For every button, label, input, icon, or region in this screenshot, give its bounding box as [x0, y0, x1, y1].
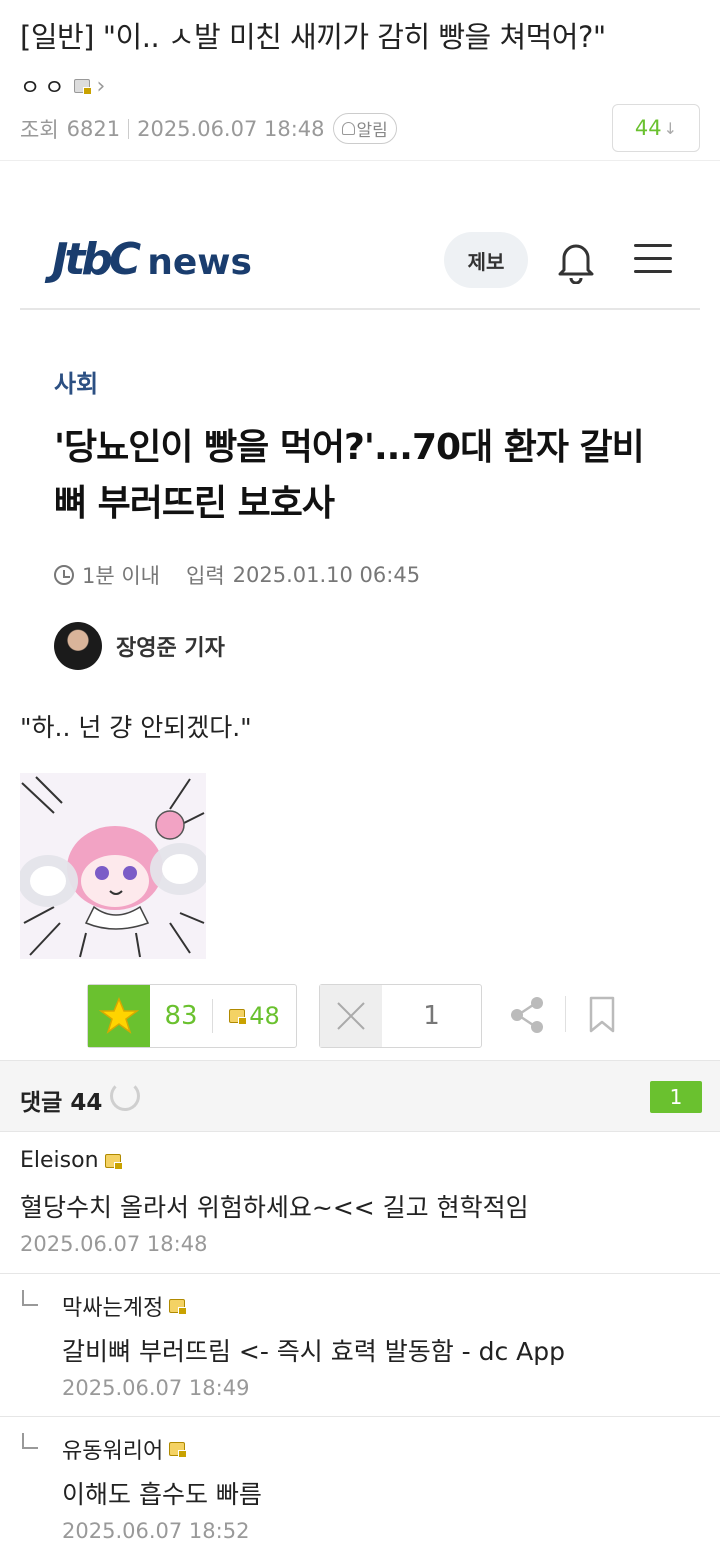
- read-time: 1분 이내: [82, 564, 160, 588]
- header-divider: [0, 160, 720, 161]
- comment-text: 갈비뼈 부러뜨림 <- 즉시 효력 발동함 - dc App: [62, 1337, 566, 1366]
- comment-date: 2025.06.07 18:48: [20, 1232, 208, 1256]
- action-divider: [565, 996, 566, 1032]
- comment-item: Eleison 혈당수치 올라서 위험하세요~<< 길고 현학적임 2025.0…: [0, 1132, 720, 1274]
- news-headline: '당뇨인이 빵을 먹어?'...70대 환자 갈비뼈 부러뜨린 보호사: [54, 427, 645, 524]
- views-label: 조회: [20, 117, 59, 142]
- comment-reply-item: 유동워리어 이해도 흡수도 빠름 2025.06.07 18:52: [0, 1417, 720, 1558]
- news-header-divider: [20, 308, 700, 310]
- author-row[interactable]: ㅇㅇ ›: [20, 70, 105, 102]
- comment-reply-item: 막싸는계정 갈비뼈 부러뜨림 <- 즉시 효력 발동함 - dc App 202…: [0, 1274, 720, 1417]
- comments-title: 댓글 44: [20, 1090, 103, 1116]
- reply-arrow-icon: [22, 1290, 38, 1306]
- news-section: 사회: [54, 370, 99, 398]
- comment-nick[interactable]: Eleison: [20, 1148, 123, 1173]
- bell-icon: [341, 122, 355, 135]
- hamburger-menu-icon: [634, 244, 672, 276]
- post-body-text: "하.. 넌 걍 안되겠다.": [20, 713, 252, 742]
- share-icon[interactable]: [508, 995, 546, 1035]
- comment-nick[interactable]: 유동워리어: [62, 1433, 188, 1465]
- anime-sticker-image: [20, 773, 206, 959]
- reporter-name: 장영준 기자: [116, 636, 225, 661]
- member-badge-icon: [104, 1153, 123, 1170]
- published-date: 2025.01.10 06:45: [232, 563, 421, 587]
- reporter: 장영준 기자: [54, 622, 225, 670]
- fixed-member-icon: [229, 1009, 248, 1025]
- meta-divider: [128, 118, 130, 139]
- member-badge-icon: [74, 79, 93, 95]
- comments-header: 댓글 44 1: [0, 1060, 720, 1132]
- chevron-right-icon[interactable]: ›: [96, 74, 105, 99]
- clock-icon: [54, 565, 74, 585]
- comment-count-button[interactable]: 44 ↓: [612, 104, 700, 152]
- jtbc-logo-word: news: [147, 242, 252, 283]
- star-icon: [99, 997, 139, 1034]
- alarm-label: 알림: [356, 121, 388, 141]
- comment-nick[interactable]: 막싸는계정: [62, 1290, 188, 1322]
- refresh-icon[interactable]: [110, 1081, 140, 1111]
- post-title: [일반] "이.. ㅅ발 미친 새끼가 감히 빵을 쳐먹어?": [20, 20, 606, 54]
- reply-arrow-icon: [22, 1433, 38, 1449]
- arrow-down-icon: ↓: [663, 118, 678, 138]
- comment-date: 2025.06.07 18:49: [62, 1376, 250, 1400]
- reporter-avatar: [54, 622, 102, 670]
- published-label: 입력: [186, 564, 225, 588]
- comment-text: 이해도 흡수도 빠름: [62, 1480, 262, 1509]
- not-recommend-button[interactable]: [320, 985, 382, 1047]
- news-meta: 1분 이내 입력 2025.01.10 06:45: [54, 560, 420, 590]
- recommend-count: 83: [164, 1001, 198, 1031]
- comment-text: 혈당수치 올라서 위험하세요~<< 길고 현학적임: [20, 1193, 529, 1222]
- bell-icon: [558, 244, 594, 284]
- fixed-recommend: 48: [213, 985, 296, 1047]
- comment-count: 44: [634, 116, 662, 140]
- jtbc-logo-mark: JtbC: [52, 234, 141, 285]
- views-count: 6821: [66, 116, 121, 141]
- fixed-recommend-count: 48: [249, 1002, 280, 1030]
- close-icon: [337, 1002, 365, 1030]
- post-datetime: 2025.06.07 18:48: [137, 116, 325, 141]
- recommend-box[interactable]: 83 48: [87, 984, 297, 1048]
- not-recommend-box[interactable]: 1: [319, 984, 482, 1048]
- jebo-button: 제보: [444, 232, 528, 288]
- jtbc-logo: JtbC news: [52, 234, 252, 285]
- news-screenshot: JtbC news 제보 사회 '당뇨인이 빵을 먹어?'...70대 환자 갈…: [0, 200, 720, 680]
- comment-date: 2025.06.07 18:52: [62, 1519, 250, 1543]
- recommend-star-button[interactable]: [88, 985, 150, 1047]
- bookmark-icon[interactable]: [588, 996, 616, 1034]
- alarm-button[interactable]: 알림: [332, 113, 397, 144]
- post-meta: 조회 6821 2025.06.07 18:48 알림: [20, 113, 397, 144]
- author-nick[interactable]: ㅇㅇ: [20, 70, 68, 102]
- member-badge-icon: [169, 1299, 188, 1315]
- not-recommend-count: 1: [423, 1001, 440, 1031]
- new-comments-badge[interactable]: 1: [650, 1081, 702, 1113]
- member-badge-icon: [169, 1442, 188, 1458]
